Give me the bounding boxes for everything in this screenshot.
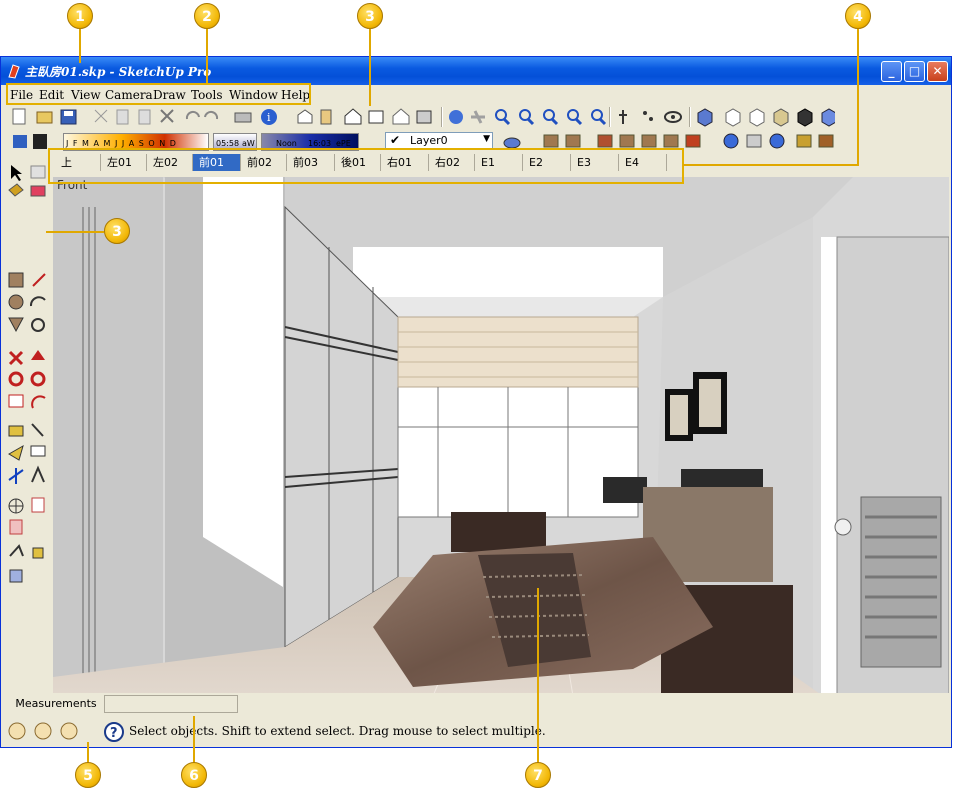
bedroom-scene: Front xyxy=(53,177,949,696)
status-area: Measurements ? Select objects. Shift to … xyxy=(1,693,951,747)
callout-7: 7 xyxy=(525,762,551,788)
shadow-pm-label: ePE xyxy=(336,139,351,148)
camera-toolbar-icons xyxy=(449,109,607,126)
status-hint: Select objects. Shift to extend select. … xyxy=(129,724,546,738)
layer-select[interactable]: ✔ Layer0 ▼ xyxy=(385,132,493,149)
callout-3-top-line xyxy=(369,29,371,106)
callout-2: 2 xyxy=(194,3,220,29)
large-tool-set-icons xyxy=(8,165,46,583)
measurements-input[interactable] xyxy=(104,695,238,713)
large-tool-set xyxy=(5,160,53,692)
callout-5: 5 xyxy=(75,762,101,788)
shadow-time-start: 05:58 xyxy=(216,139,240,148)
callout-4: 4 xyxy=(845,3,871,29)
title-bar[interactable]: 主臥房01.skp - SketchUp Pro _ □ ✕ xyxy=(1,57,951,85)
layer-check-icon: ✔ xyxy=(390,133,401,147)
close-button[interactable]: ✕ xyxy=(927,61,948,82)
callout-6: 6 xyxy=(181,762,207,788)
shadow-months: J F M A M J J A S O N D xyxy=(66,139,177,148)
maximize-button[interactable]: □ xyxy=(904,61,925,82)
svg-text:?: ? xyxy=(110,726,118,741)
minimize-button[interactable]: _ xyxy=(881,61,902,82)
window-title: 主臥房01.skp - SketchUp Pro xyxy=(25,65,212,79)
callout-6-line xyxy=(193,716,195,764)
views-toolbar-icons xyxy=(297,108,432,125)
callout-1-line xyxy=(79,29,81,63)
callout-5-line xyxy=(87,742,89,764)
shadow-am-label: aW xyxy=(242,139,255,148)
callout-3-left: 3 xyxy=(104,218,130,244)
toolbar-row-1: i xyxy=(1,105,951,129)
sketchup-logo-icon xyxy=(8,64,20,79)
callout-4-hline xyxy=(683,164,859,166)
drawing-area[interactable]: Front xyxy=(53,177,949,696)
chevron-down-icon: ▼ xyxy=(483,134,490,144)
toolbar-separator xyxy=(609,107,611,127)
callout-7-line xyxy=(537,588,539,764)
toolbar-separator xyxy=(441,107,443,127)
scene-tabs-highlight xyxy=(48,148,684,184)
standard-toolbar-icons xyxy=(12,108,252,125)
measurements-label: Measurements xyxy=(15,697,97,710)
layer-current: Layer0 xyxy=(410,134,448,147)
svg-text:i: i xyxy=(267,111,271,124)
callout-2-line xyxy=(206,29,208,83)
callout-3-top: 3 xyxy=(357,3,383,29)
toolbar-separator xyxy=(689,107,691,127)
callout-4-line xyxy=(857,29,859,165)
walk-toolbar-icons xyxy=(619,110,682,124)
shadow-time-end: 16:03 xyxy=(308,139,332,148)
callout-1: 1 xyxy=(67,3,93,29)
status-icons xyxy=(8,722,78,740)
styles-toolbar-icons xyxy=(697,108,835,127)
shadow-noon-label: Noon xyxy=(276,139,297,148)
help-icon[interactable]: ? xyxy=(103,721,125,743)
menu-highlight xyxy=(6,83,311,105)
callout-3-left-line xyxy=(46,231,104,233)
model-info-icon[interactable]: i xyxy=(259,107,279,127)
